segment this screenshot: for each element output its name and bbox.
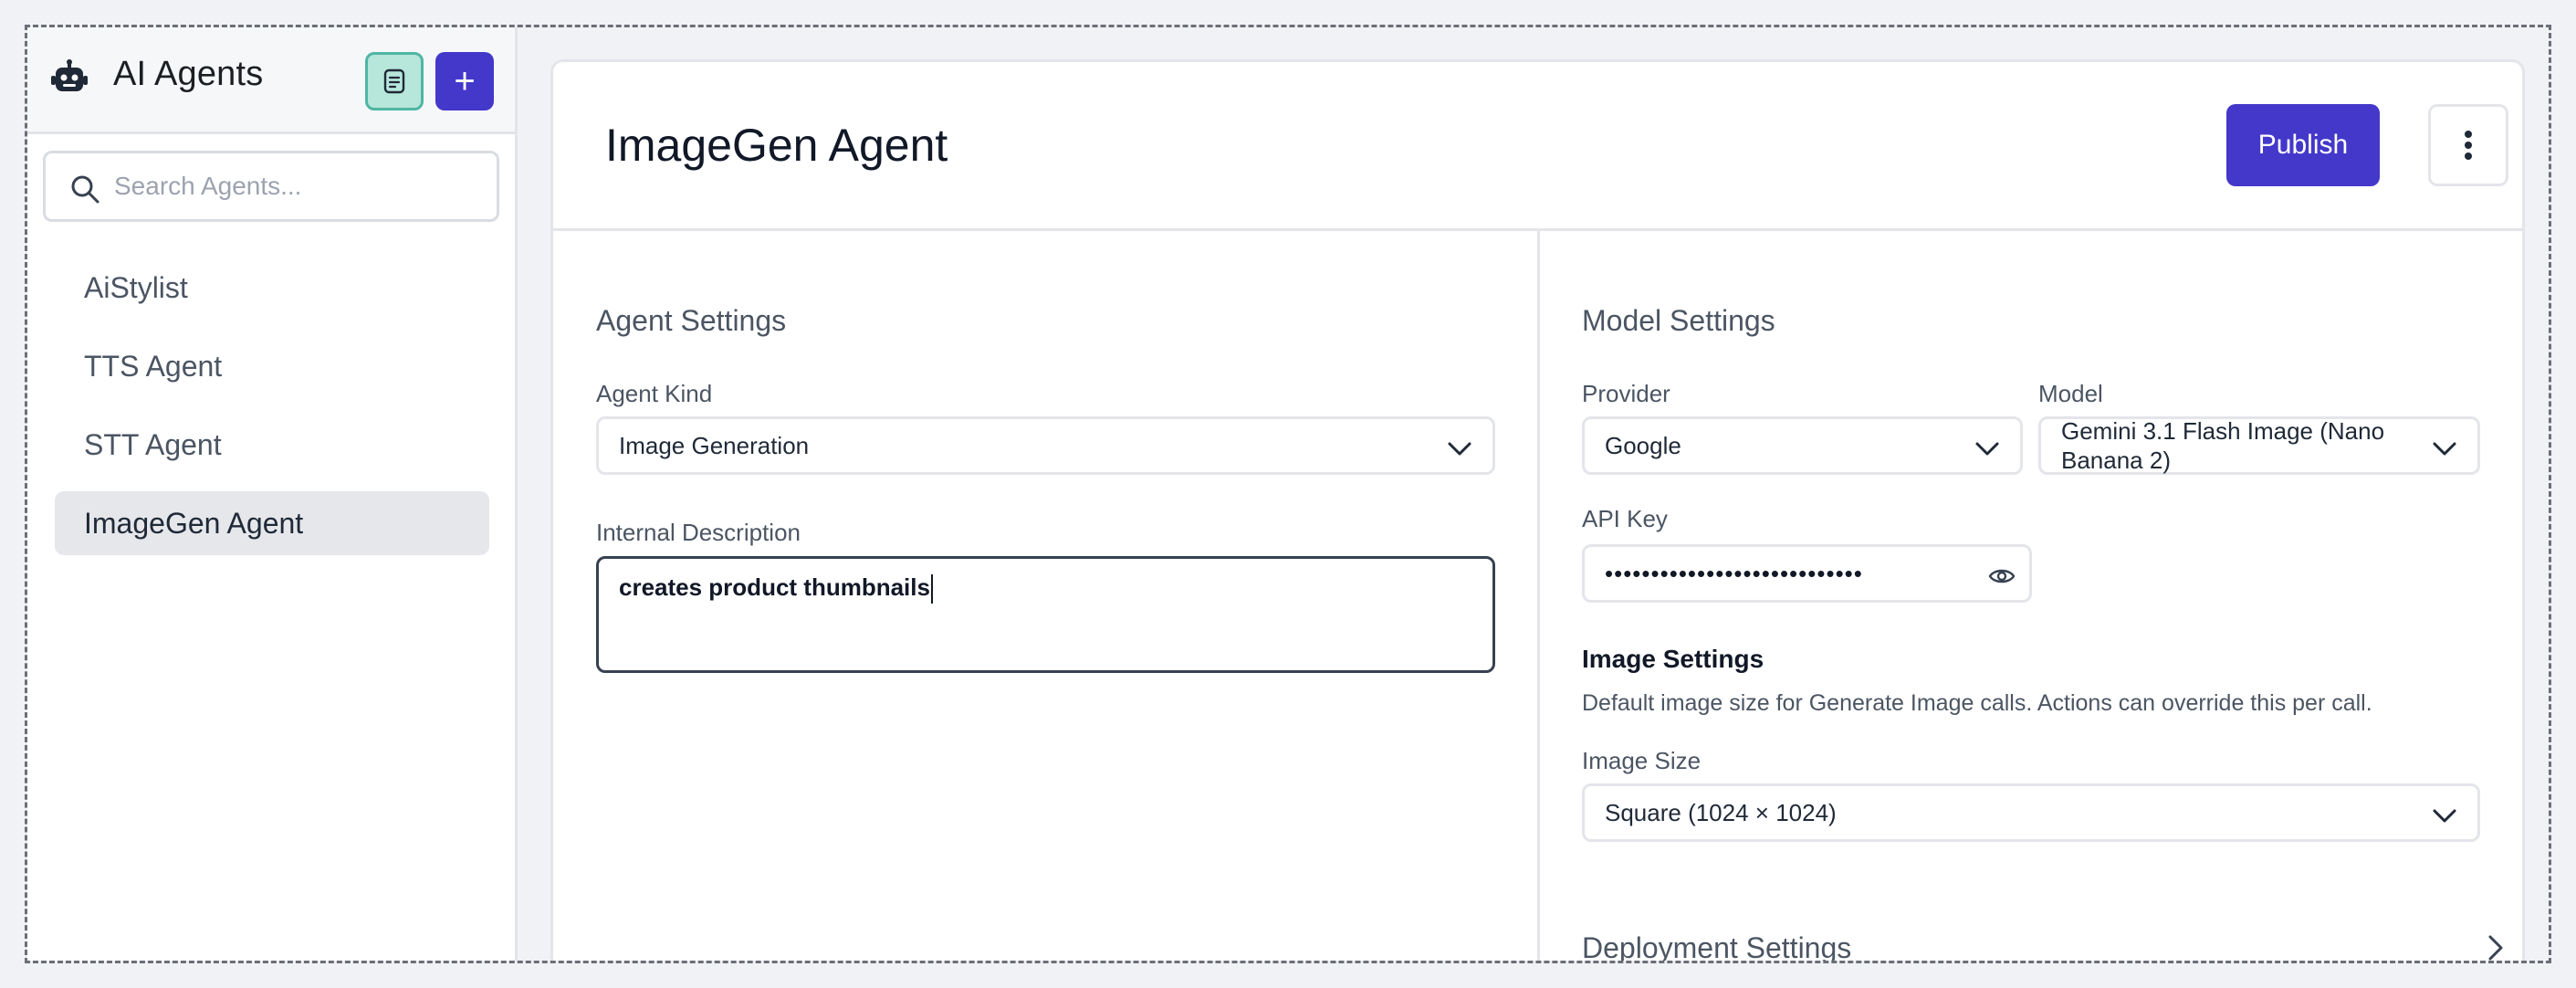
agent-item-aistylist[interactable]: AiStylist [55, 256, 489, 320]
chevron-down-icon [2433, 809, 2456, 823]
provider-value: Google [1605, 431, 1681, 459]
page-title: ImageGen Agent [605, 120, 948, 171]
agent-settings-title: Agent Settings [596, 304, 787, 337]
internal-description-value: creates product thumbnails [619, 573, 930, 601]
model-settings-title: Model Settings [1582, 304, 1775, 337]
chevron-down-icon [2433, 442, 2456, 456]
internal-description-label: Internal Description [596, 519, 801, 546]
api-key-field[interactable]: •••••••••••••••••••••••••••• [1582, 544, 2032, 603]
docs-button[interactable] [365, 52, 424, 110]
search-icon [71, 175, 99, 204]
plus-icon: + [454, 61, 476, 101]
more-options-button[interactable] [2428, 104, 2508, 186]
search-box[interactable] [43, 151, 499, 222]
deployment-settings-toggle[interactable]: Deployment Settings [1582, 931, 1851, 961]
agent-kind-select[interactable]: Image Generation [596, 416, 1495, 475]
chevron-down-icon [1975, 442, 1999, 456]
column-divider [1537, 231, 1540, 961]
publish-button[interactable]: Publish [2226, 104, 2380, 186]
model-value: Gemini 3.1 Flash Image (Nano Banana 2) [2061, 417, 2385, 474]
image-settings-title: Image Settings [1582, 645, 1764, 673]
search-input[interactable] [114, 153, 479, 219]
agent-editor-card: ImageGen Agent Publish Agent Settings Ag… [550, 59, 2525, 963]
image-size-value: Square (1024 × 1024) [1605, 798, 1837, 826]
agent-item-tts-agent[interactable]: TTS Agent [55, 334, 489, 398]
agent-kind-value: Image Generation [619, 431, 810, 459]
agent-item-imagegen-agent[interactable]: ImageGen Agent [55, 491, 489, 555]
add-agent-button[interactable]: + [435, 52, 494, 110]
chevron-down-icon [1448, 442, 1471, 456]
eye-icon[interactable] [1987, 562, 2016, 591]
chevron-right-icon[interactable] [2477, 930, 2514, 963]
model-label: Model [2038, 380, 2103, 407]
provider-select[interactable]: Google [1582, 416, 2023, 475]
app-frame: AI Agents + AiStylist TTS Age [25, 25, 2551, 963]
card-header: ImageGen Agent Publish [553, 62, 2522, 231]
image-settings-help: Default image size for Generate Image ca… [1582, 690, 2372, 716]
more-vertical-icon [2465, 131, 2472, 160]
agent-list: AiStylist TTS Agent STT Agent ImageGen A… [55, 256, 489, 570]
sidebar: AI Agents + AiStylist TTS Age [27, 27, 518, 961]
agent-kind-label: Agent Kind [596, 380, 713, 407]
text-caret [930, 574, 933, 604]
image-size-select[interactable]: Square (1024 × 1024) [1582, 783, 2480, 842]
sidebar-title: AI Agents [113, 55, 264, 93]
api-key-value: •••••••••••••••••••••••••••• [1605, 559, 1863, 587]
agent-item-stt-agent[interactable]: STT Agent [55, 413, 489, 477]
api-key-label: API Key [1582, 505, 1668, 532]
image-size-label: Image Size [1582, 747, 1702, 774]
internal-description-field[interactable]: creates product thumbnails [596, 556, 1495, 673]
model-select[interactable]: Gemini 3.1 Flash Image (Nano Banana 2) [2038, 416, 2480, 475]
sidebar-header: AI Agents + [27, 27, 515, 134]
robot-icon [51, 59, 88, 91]
provider-label: Provider [1582, 380, 1670, 407]
document-icon [383, 68, 405, 94]
